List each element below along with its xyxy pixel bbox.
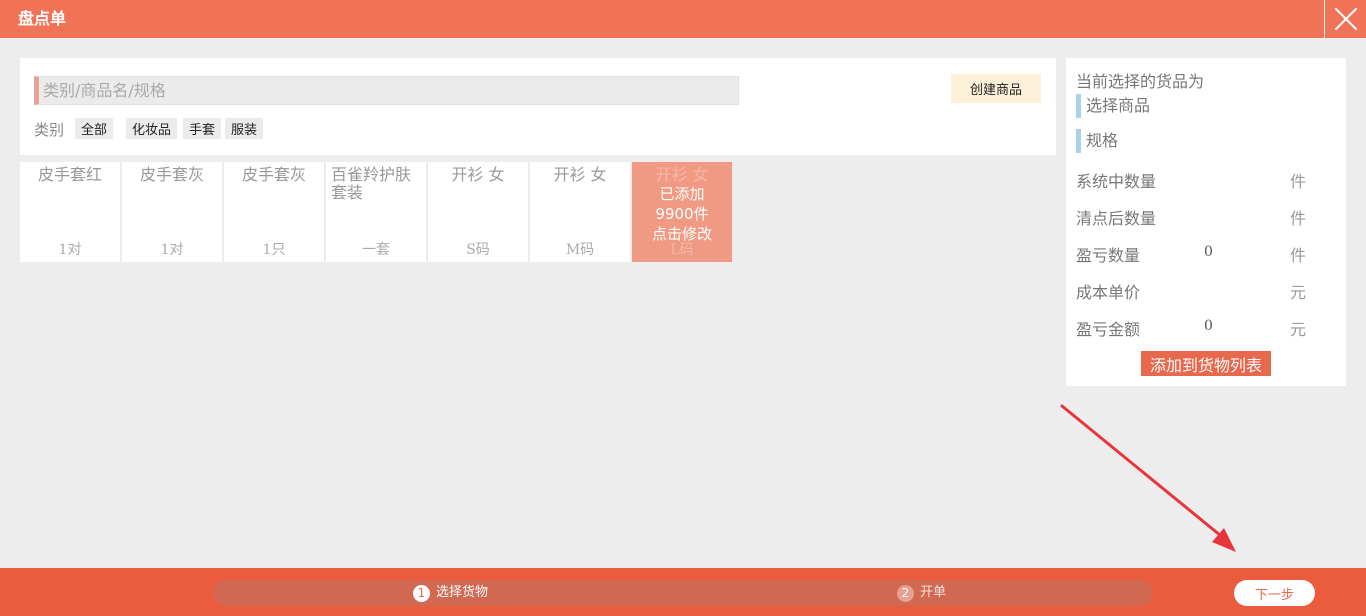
close-icon[interactable] bbox=[1324, 0, 1366, 38]
diff-qty-label: 盈亏数量 bbox=[1076, 246, 1141, 265]
window-title: 盘点单 bbox=[18, 9, 67, 28]
product-name: 开衫 女 bbox=[451, 165, 505, 184]
product-name: 开衫 女 bbox=[553, 165, 607, 184]
add-to-list-button[interactable]: 添加到货物列表 bbox=[1141, 351, 1271, 376]
selected-spec: 规格 bbox=[1076, 129, 1118, 153]
annotation-arrow-icon bbox=[1060, 404, 1236, 552]
product-name: 皮手套灰 bbox=[241, 165, 306, 184]
search-panel: 创建商品 类别 全部 化妆品 手套 服装 bbox=[20, 58, 1056, 155]
product-spec: 1只 bbox=[262, 242, 286, 258]
diff-amount-unit: 元 bbox=[1290, 320, 1307, 339]
product-card[interactable]: 开衫 女 S码 bbox=[428, 162, 528, 262]
unit-cost-label: 成本单价 bbox=[1076, 283, 1141, 302]
create-product-button[interactable]: 创建商品 bbox=[951, 74, 1041, 103]
diff-amount-label: 盈亏金额 bbox=[1076, 320, 1141, 339]
category-label: 类别 bbox=[34, 121, 65, 139]
product-card[interactable]: 皮手套灰 1只 bbox=[224, 162, 324, 262]
product-name: 开衫 女 bbox=[655, 165, 709, 184]
product-card-selected[interactable]: 开衫 女 L码 已添加 9900件 点击修改 bbox=[632, 162, 732, 262]
added-quantity: 9900件 bbox=[655, 205, 709, 223]
product-card[interactable]: 百雀羚护肤套装 一套 bbox=[326, 162, 426, 262]
category-gloves-button[interactable]: 手套 bbox=[183, 118, 222, 139]
title-bar: 盘点单 bbox=[0, 0, 1366, 38]
product-name: 皮手套灰 bbox=[139, 165, 204, 184]
product-spec: S码 bbox=[466, 242, 490, 258]
counted-qty-unit: 件 bbox=[1290, 209, 1307, 228]
category-clothing-button[interactable]: 服装 bbox=[225, 118, 264, 139]
step-create-order[interactable]: 2 开单 bbox=[897, 580, 946, 606]
system-qty-unit: 件 bbox=[1290, 172, 1307, 191]
step-number: 1 bbox=[413, 584, 430, 602]
unit-cost-unit: 元 bbox=[1290, 283, 1307, 302]
category-all-button[interactable]: 全部 bbox=[75, 118, 114, 139]
diff-qty-unit: 件 bbox=[1290, 246, 1307, 265]
added-status: 已添加 bbox=[659, 185, 705, 203]
diff-amount-value: 0 bbox=[1204, 318, 1213, 334]
product-card[interactable]: 开衫 女 M码 bbox=[530, 162, 630, 262]
selection-panel: 当前选择的货品为 选择商品 规格 系统中数量 件 清点后数量 件 盈亏数量 0 … bbox=[1066, 58, 1346, 386]
step-select-goods[interactable]: 1 选择货物 bbox=[413, 580, 488, 606]
added-overlay: 已添加 9900件 点击修改 bbox=[632, 184, 732, 244]
diff-qty-value: 0 bbox=[1204, 244, 1213, 260]
next-step-button[interactable]: 下一步 bbox=[1234, 580, 1315, 606]
step-track bbox=[213, 580, 1153, 606]
product-spec: 1对 bbox=[160, 242, 184, 258]
product-name: 皮手套红 bbox=[37, 165, 102, 184]
product-card[interactable]: 皮手套灰 1对 bbox=[122, 162, 222, 262]
system-qty-label: 系统中数量 bbox=[1076, 172, 1157, 191]
search-input[interactable] bbox=[34, 76, 739, 105]
category-cosmetics-button[interactable]: 化妆品 bbox=[126, 118, 178, 139]
step-label: 选择货物 bbox=[436, 585, 489, 600]
product-spec: 一套 bbox=[362, 242, 390, 258]
selection-title: 当前选择的货品为 bbox=[1076, 72, 1205, 91]
counted-qty-label: 清点后数量 bbox=[1076, 209, 1157, 228]
product-spec: M码 bbox=[565, 242, 595, 258]
bottom-bar: 1 选择货物 2 开单 下一步 bbox=[0, 568, 1366, 616]
step-number: 2 bbox=[897, 584, 914, 602]
selected-product: 选择商品 bbox=[1076, 94, 1150, 118]
edit-hint: 点击修改 bbox=[651, 225, 712, 243]
step-label: 开单 bbox=[920, 585, 947, 600]
product-name: 百雀羚护肤套装 bbox=[331, 165, 412, 202]
product-card[interactable]: 皮手套红 1对 bbox=[20, 162, 120, 262]
product-spec: 1对 bbox=[58, 242, 82, 258]
